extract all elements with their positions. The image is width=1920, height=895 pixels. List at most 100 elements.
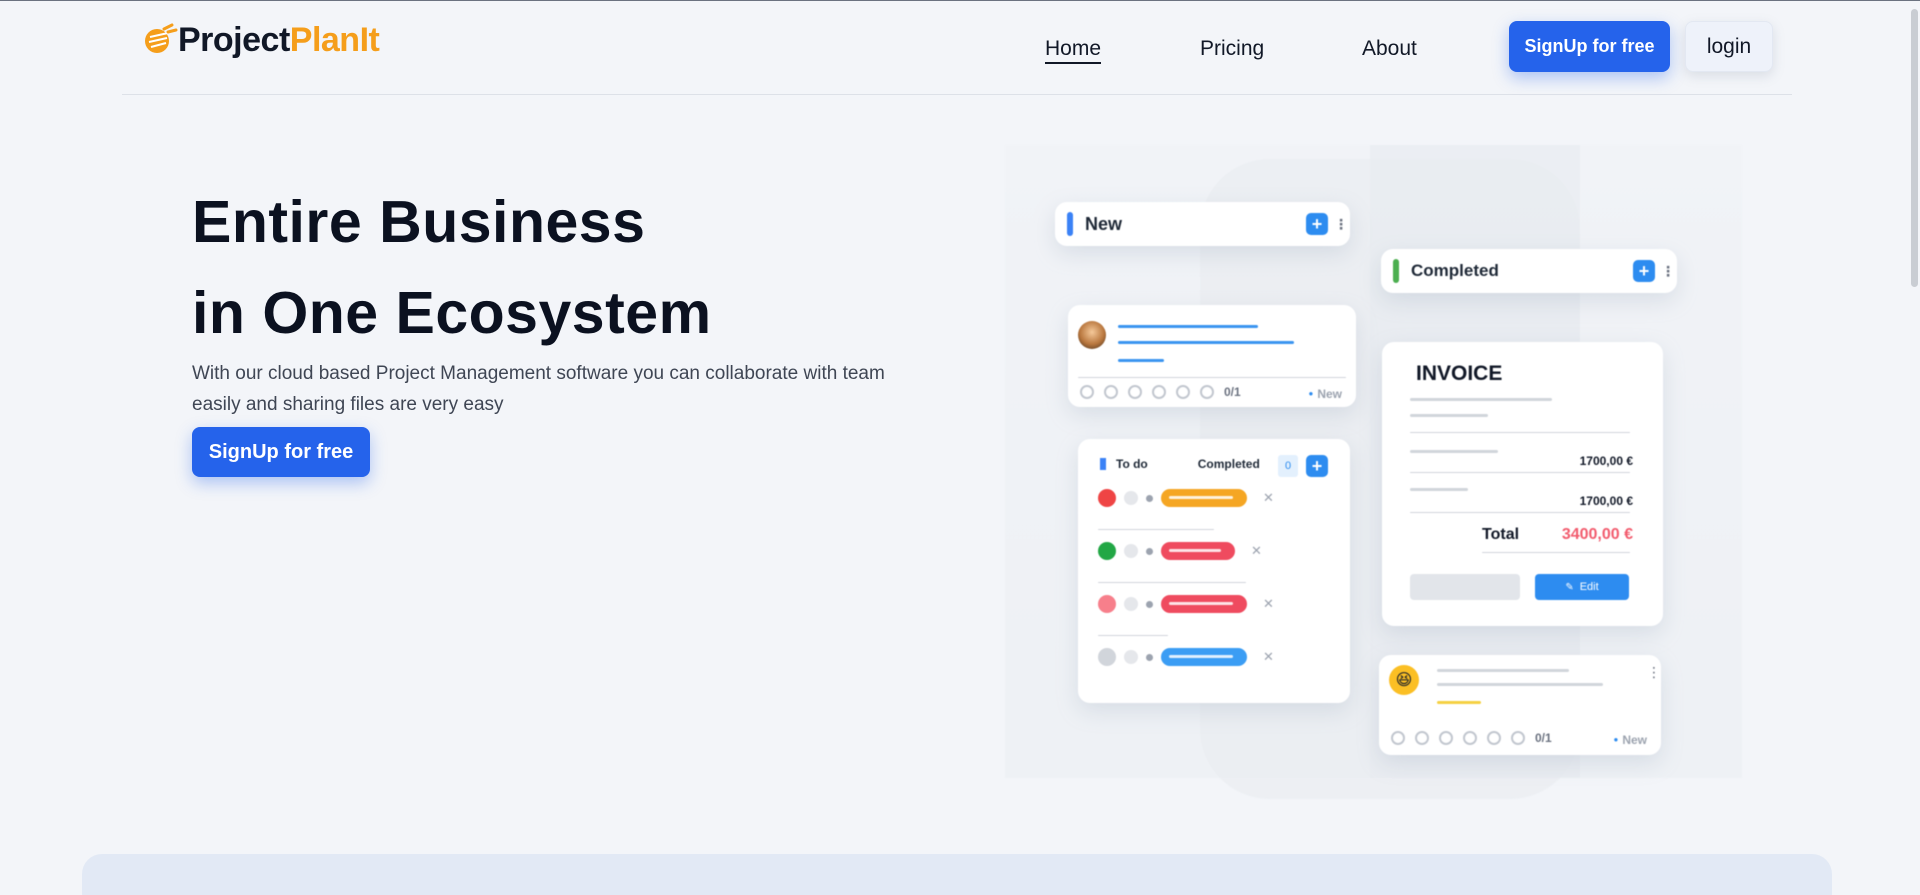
checkbox <box>1124 491 1138 505</box>
invoice-line-amount-2: 1700,00 € <box>1579 494 1633 508</box>
scrollbar-track[interactable] <box>1908 1 1920 895</box>
close-icon: ✕ <box>1251 543 1262 558</box>
add-icon: + <box>1306 213 1328 235</box>
features-section <box>82 854 1832 895</box>
hero-title-line1: Entire Business <box>192 189 646 255</box>
hero-title: Entire Business in One Ecosystem <box>192 177 892 359</box>
note-progress: 0/1 <box>1535 731 1552 745</box>
todo-item: ✕ <box>1098 648 1274 666</box>
hero-subtitle: With our cloud based Project Management … <box>192 363 885 415</box>
invoice-total-label: Total <box>1482 526 1520 543</box>
task-icon-row: 0/1 <box>1080 385 1241 399</box>
note-status-tag: New <box>1613 733 1647 747</box>
laughing-emoji-icon: 😆 <box>1389 665 1419 695</box>
new-header-row: New + ⋮ <box>1055 202 1350 246</box>
task-line <box>1118 359 1164 362</box>
nav-home[interactable]: Home <box>1045 37 1102 64</box>
note-card: 😆 ⋮ 0/1 New <box>1379 655 1661 755</box>
invoice-line <box>1410 488 1468 491</box>
invoice-line <box>1410 398 1552 401</box>
user-icon <box>1415 731 1429 745</box>
checkbox <box>1124 544 1138 558</box>
tag-pill <box>1161 542 1235 560</box>
link-icon <box>1463 731 1477 745</box>
avatar <box>1078 321 1106 349</box>
copy-icon <box>1511 731 1525 745</box>
divider <box>1098 529 1214 530</box>
nav-about[interactable]: About <box>1362 37 1417 61</box>
divider <box>1482 552 1630 553</box>
todo-tab-marker <box>1100 458 1106 470</box>
hero-title-line2: in One Ecosystem <box>192 280 712 346</box>
completed-header-row: Completed + ⋮ <box>1381 249 1677 293</box>
more-icon: ⋮ <box>1661 263 1675 279</box>
logo-sun-icon <box>145 23 178 53</box>
todo-item: ✕ <box>1098 595 1274 613</box>
link-icon <box>1152 385 1166 399</box>
status-dot <box>1098 595 1116 613</box>
priority-dot <box>1146 494 1153 502</box>
edit-icon: ✎ <box>1565 581 1574 593</box>
logo-text-project: Project <box>178 21 290 59</box>
site-header: ProjectPlanIt Home Pricing About SignUp … <box>122 1 1792 95</box>
note-line <box>1437 683 1603 686</box>
status-dot <box>1098 489 1116 507</box>
tag-pill <box>1161 489 1247 507</box>
new-accent-bar <box>1067 212 1073 236</box>
logo-text: ProjectPlanIt <box>178 21 380 60</box>
logo-text-planit: PlanIt <box>289 21 380 59</box>
file-icon <box>1128 385 1142 399</box>
hero-illustration: New + ⋮ Completed + ⋮ 0/1 New <box>1005 145 1742 799</box>
task-line <box>1118 325 1258 328</box>
add-icon: + <box>1633 260 1655 282</box>
refresh-icon <box>1176 385 1190 399</box>
edit-label: Edit <box>1579 581 1599 593</box>
invoice-edit-button: ✎ Edit <box>1535 574 1629 600</box>
completed-column-header: Completed + ⋮ <box>1381 249 1677 293</box>
more-icon: ⋮ <box>1647 664 1661 680</box>
checkbox <box>1124 597 1138 611</box>
task-card: 0/1 New <box>1068 305 1356 407</box>
divider <box>1410 512 1630 513</box>
task-progress: 0/1 <box>1224 385 1241 399</box>
invoice-line <box>1410 414 1488 417</box>
close-icon: ✕ <box>1263 649 1274 664</box>
refresh-icon <box>1487 731 1501 745</box>
signup-button[interactable]: SignUp for free <box>1509 21 1670 72</box>
copy-icon <box>1200 385 1214 399</box>
nav-pricing[interactable]: Pricing <box>1200 37 1264 61</box>
tag-pill <box>1161 595 1247 613</box>
priority-dot <box>1146 600 1153 608</box>
todo-tabs: To do Completed <box>1100 457 1260 471</box>
completed-tab: Completed <box>1197 457 1260 471</box>
eye-icon <box>1391 731 1405 745</box>
invoice-title: INVOICE <box>1416 362 1503 385</box>
login-button[interactable]: login <box>1685 21 1773 72</box>
logo[interactable]: ProjectPlanIt <box>142 21 380 60</box>
hero-signup-button[interactable]: SignUp for free <box>192 427 370 477</box>
todo-item: ✕ <box>1098 489 1274 507</box>
divider <box>1410 472 1630 473</box>
scrollbar-thumb[interactable] <box>1911 9 1918 287</box>
file-icon <box>1439 731 1453 745</box>
completed-header-label: Completed <box>1411 261 1499 280</box>
invoice-line-amount-1: 1700,00 € <box>1579 454 1633 468</box>
invoice-total-value: 3400,00 € <box>1561 526 1633 543</box>
task-status-tag: New <box>1308 387 1342 401</box>
divider <box>1098 635 1168 636</box>
divider <box>1410 432 1630 433</box>
invoice-card: INVOICE 1700,00 € 1700,00 € Total 3400,0… <box>1382 342 1663 626</box>
eye-icon <box>1080 385 1094 399</box>
invoice-cancel-button <box>1410 574 1520 600</box>
close-icon: ✕ <box>1263 490 1274 505</box>
priority-dot <box>1146 653 1153 661</box>
divider <box>1078 377 1346 378</box>
more-icon: ⋮ <box>1334 216 1348 232</box>
todo-card: To do Completed 0 + ✕ ✕ ✕ ✕ <box>1078 439 1350 703</box>
invoice-line <box>1410 450 1498 453</box>
add-todo-icon: + <box>1306 455 1328 477</box>
note-line-highlight <box>1437 701 1481 704</box>
todo-tab: To do <box>1116 457 1148 471</box>
user-icon <box>1104 385 1118 399</box>
status-dot <box>1098 648 1116 666</box>
